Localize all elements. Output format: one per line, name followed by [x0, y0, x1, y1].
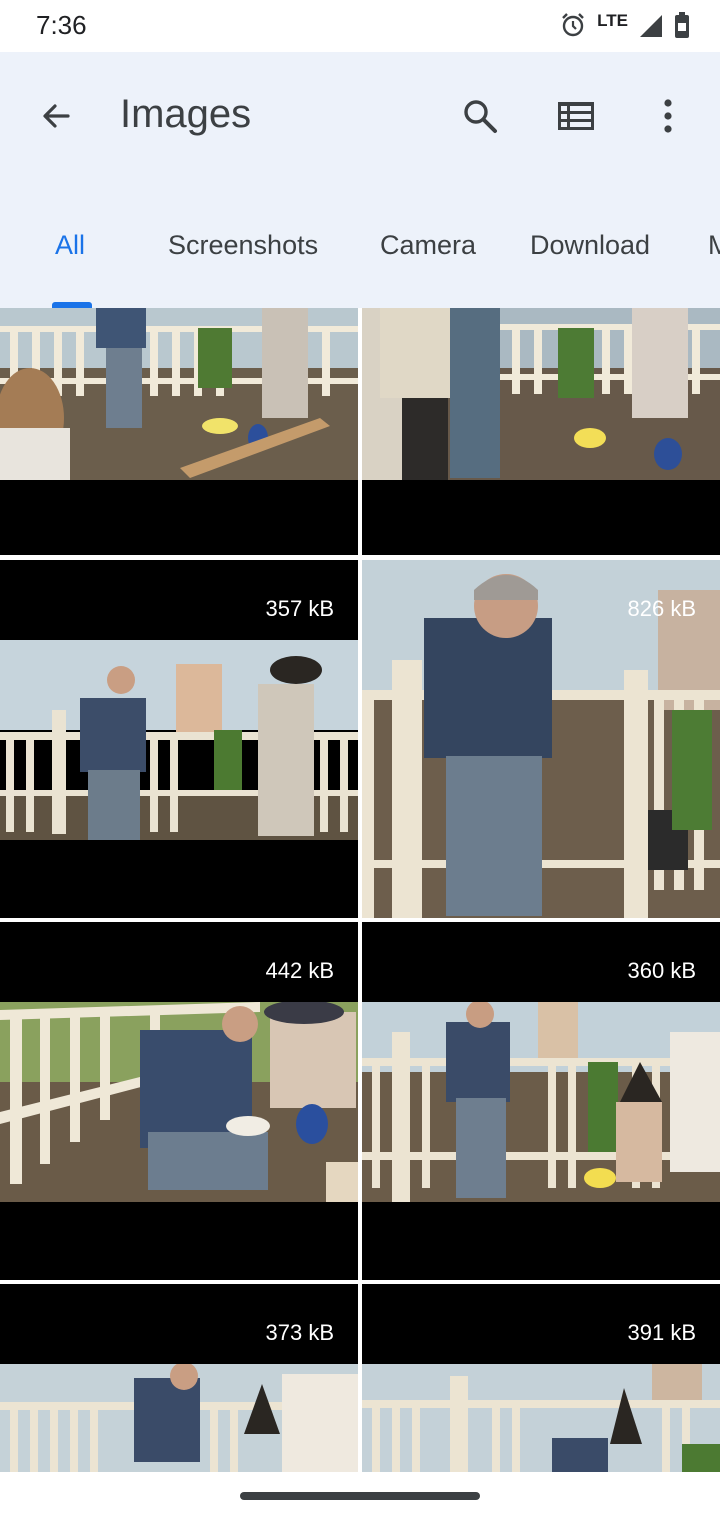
file-size-label: 442 kB — [265, 958, 335, 983]
home-gesture-handle[interactable] — [240, 1492, 480, 1500]
navigation-bar — [0, 1472, 720, 1520]
file-size-label: 373 kB — [265, 1320, 335, 1345]
image-thumbnail — [0, 308, 358, 480]
image-grid: 357 kB 826 kB 442 kB 360 kB 373 kB 391 k… — [0, 308, 720, 1472]
image-thumbnail — [0, 1002, 358, 1202]
category-tabs: All Screenshots Camera Download M — [0, 212, 720, 308]
image-tile[interactable]: 373 kB — [0, 1284, 358, 1472]
network-type: LTE — [597, 11, 628, 30]
signal-icon — [638, 11, 664, 44]
image-tile[interactable]: 357 kB — [0, 560, 358, 918]
file-size-label: 360 kB — [627, 958, 697, 983]
file-size-label: 391 kB — [627, 1320, 697, 1345]
status-time: 7:36 — [36, 10, 87, 40]
app-bar: Images All Screenshots Camera Download M — [0, 52, 720, 308]
file-size-label: 357 kB — [265, 596, 335, 621]
status-bar: 7:36 LTE — [0, 0, 720, 52]
search-button[interactable] — [452, 90, 508, 146]
status-icons: LTE — [559, 10, 690, 44]
tab-more-partial[interactable]: M — [708, 230, 720, 261]
image-tile[interactable]: 360 kB — [362, 922, 720, 1280]
image-thumbnail — [0, 640, 358, 840]
image-tile[interactable] — [0, 308, 358, 555]
image-tile[interactable]: 391 kB — [362, 1284, 720, 1472]
image-tile[interactable]: 442 kB — [0, 922, 358, 1280]
list-view-icon — [557, 101, 595, 136]
tab-screenshots[interactable]: Screenshots — [168, 230, 318, 261]
image-thumbnail — [362, 308, 720, 480]
tab-all[interactable]: All — [55, 230, 85, 261]
back-button[interactable] — [28, 90, 84, 146]
image-thumbnail — [362, 1364, 720, 1472]
alarm-icon — [559, 11, 587, 44]
file-size-label: 826 kB — [627, 596, 697, 621]
page-title: Images — [120, 92, 252, 136]
tab-camera[interactable]: Camera — [380, 230, 476, 261]
list-view-button[interactable] — [548, 90, 604, 146]
image-thumbnail — [362, 1002, 720, 1202]
image-thumbnail — [0, 1364, 358, 1472]
more-vert-icon — [662, 98, 674, 139]
tab-download[interactable]: Download — [530, 230, 650, 261]
image-tile[interactable] — [362, 308, 720, 555]
search-icon — [461, 97, 499, 140]
back-arrow-icon — [38, 98, 74, 139]
more-options-button[interactable] — [640, 90, 696, 146]
battery-icon — [674, 11, 690, 44]
image-tile[interactable]: 826 kB — [362, 560, 720, 918]
